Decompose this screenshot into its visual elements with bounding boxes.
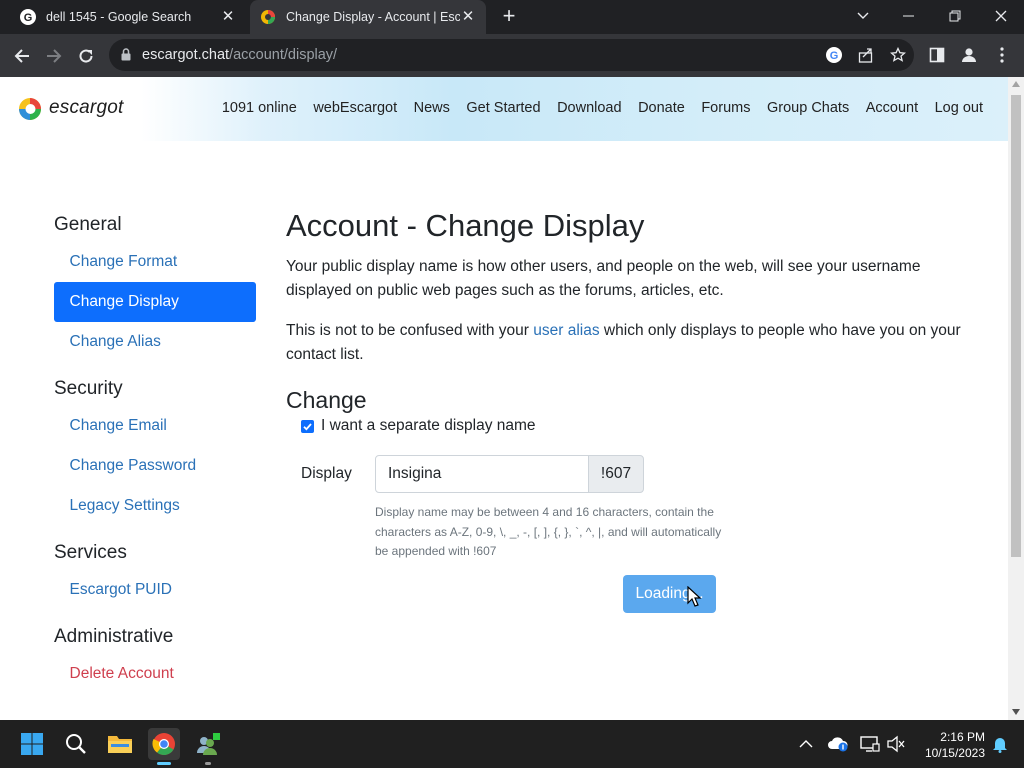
intro-paragraph: Your public display name is how other us… — [286, 258, 921, 299]
url-host: escargot.chat — [142, 47, 230, 63]
notification-bell-icon[interactable] — [984, 728, 1016, 760]
nav-download[interactable]: Download — [557, 100, 622, 116]
active-app-indicator — [157, 762, 171, 765]
nav-news[interactable]: News — [414, 100, 450, 116]
nav-webescargot[interactable]: webEscargot — [313, 100, 397, 116]
chrome-taskbar-icon[interactable] — [148, 728, 180, 765]
sidebar-heading-general: General — [54, 214, 122, 235]
brand-name[interactable]: escargot — [49, 97, 123, 119]
display-field-label: Display — [301, 465, 352, 482]
nav-online-count[interactable]: 1091 online — [222, 100, 297, 116]
page-viewport: escargot 1091 online webEscargot News Ge… — [0, 77, 1008, 720]
google-icon: G — [20, 9, 36, 25]
site-header: escargot 1091 online webEscargot News Ge… — [0, 77, 1008, 141]
tab-title: Change Display - Account | Escargot — [286, 10, 460, 24]
url-path: /account/display/ — [229, 47, 338, 63]
browser-toolbar: escargot.chat/account/display/ G — [0, 34, 1024, 77]
clock-time: 2:16 PM — [940, 730, 985, 744]
sidebar-item-change-email[interactable]: Change Email — [54, 406, 256, 446]
sidebar-item-change-alias[interactable]: Change Alias — [54, 322, 256, 362]
alias-note-paragraph: This is not to be confused with your use… — [286, 319, 966, 367]
sidebar-item-change-password[interactable]: Change Password — [54, 446, 256, 486]
page-scrollbar[interactable] — [1008, 77, 1024, 720]
tab-title: dell 1545 - Google Search — [46, 10, 192, 24]
reload-icon[interactable] — [74, 44, 98, 68]
sidebar-item-legacy-settings[interactable]: Legacy Settings — [54, 486, 256, 526]
google-lens-icon[interactable]: G — [824, 45, 844, 65]
account-sidebar: General Change Format Change Display Cha… — [54, 214, 256, 694]
file-explorer-icon[interactable] — [104, 728, 136, 760]
close-window-icon[interactable] — [978, 0, 1024, 32]
svg-text:G: G — [24, 12, 33, 24]
minimize-icon[interactable] — [886, 0, 932, 32]
volume-muted-icon[interactable] — [880, 728, 912, 760]
section-heading-change: Change — [286, 387, 367, 413]
checkbox-label[interactable]: I want a separate display name — [321, 417, 536, 435]
scroll-up-arrow-icon[interactable] — [1012, 81, 1020, 87]
url-text[interactable]: escargot.chat/account/display/ — [142, 47, 337, 63]
page-title: Account - Change Display — [286, 208, 645, 243]
nav-get-started[interactable]: Get Started — [466, 100, 540, 116]
svg-text:G: G — [830, 50, 839, 62]
user-alias-link[interactable]: user alias — [533, 322, 599, 339]
site-nav: 1091 online webEscargot News Get Started… — [205, 100, 983, 116]
share-icon[interactable] — [856, 45, 876, 65]
mouse-cursor-icon — [687, 586, 702, 607]
tab-change-display[interactable]: Change Display - Account | Escargot ✕ — [250, 0, 486, 34]
sidebar-item-change-format[interactable]: Change Format — [54, 242, 256, 282]
tab-google-search[interactable]: G dell 1545 - Google Search ✕ — [0, 0, 246, 34]
running-app-indicator — [205, 762, 211, 765]
scrollbar-thumb[interactable] — [1011, 95, 1021, 557]
tab-search-icon[interactable] — [840, 0, 886, 32]
lock-icon[interactable] — [121, 48, 131, 61]
onedrive-cloud-icon[interactable] — [822, 728, 854, 760]
search-icon[interactable] — [60, 728, 92, 760]
clock-date: 10/15/2023 — [924, 746, 985, 760]
sidebar-item-change-display[interactable]: Change Display — [54, 282, 256, 322]
chevron-up-icon[interactable] — [790, 728, 822, 760]
nav-log-out[interactable]: Log out — [935, 100, 983, 116]
display-name-input[interactable]: Insigina — [375, 455, 589, 493]
sidebar-heading-administrative: Administrative — [54, 626, 174, 647]
restore-icon[interactable] — [932, 0, 978, 32]
escargot-favicon-icon — [261, 10, 275, 24]
menu-kebab-icon[interactable] — [992, 45, 1012, 65]
windows-start-icon[interactable] — [16, 728, 48, 760]
close-tab-icon[interactable]: ✕ — [460, 9, 476, 25]
nav-group-chats[interactable]: Group Chats — [767, 100, 849, 116]
scroll-down-arrow-icon[interactable] — [1012, 709, 1020, 715]
sidebar-heading-security: Security — [54, 378, 123, 399]
display-help-text: Display name may be between 4 and 16 cha… — [375, 505, 722, 558]
tab-strip: G dell 1545 - Google Search ✕ Change Dis… — [0, 0, 1024, 34]
escargot-logo-icon[interactable] — [18, 94, 42, 124]
alias-note-text-before: This is not to be confused with your — [286, 322, 534, 339]
address-bar[interactable]: escargot.chat/account/display/ — [109, 39, 914, 71]
bookmark-star-icon[interactable] — [888, 45, 908, 65]
separate-display-name-checkbox[interactable] — [301, 420, 314, 433]
display-suffix-addon: !607 — [588, 455, 644, 493]
nav-forums[interactable]: Forums — [701, 100, 750, 116]
checkmark-icon — [303, 423, 312, 431]
close-tab-icon[interactable]: ✕ — [220, 9, 236, 25]
messenger-app-icon[interactable] — [192, 728, 224, 765]
main-content: Account - Change Display Your public dis… — [286, 207, 966, 613]
nav-donate[interactable]: Donate — [638, 100, 685, 116]
back-icon[interactable] — [10, 44, 34, 68]
sidebar-item-escargot-puid[interactable]: Escargot PUID — [54, 570, 256, 610]
forward-icon[interactable] — [42, 44, 66, 68]
system-clock[interactable]: 2:16 PM 10/15/2023 — [915, 729, 985, 761]
sidebar-heading-services: Services — [54, 542, 127, 563]
profile-icon[interactable] — [959, 45, 979, 65]
windows-taskbar: 2:16 PM 10/15/2023 — [0, 720, 1024, 768]
nav-account[interactable]: Account — [866, 100, 918, 116]
new-tab-button[interactable]: + — [497, 5, 521, 29]
side-panel-icon[interactable] — [927, 45, 947, 65]
sidebar-item-delete-account[interactable]: Delete Account — [54, 654, 256, 694]
